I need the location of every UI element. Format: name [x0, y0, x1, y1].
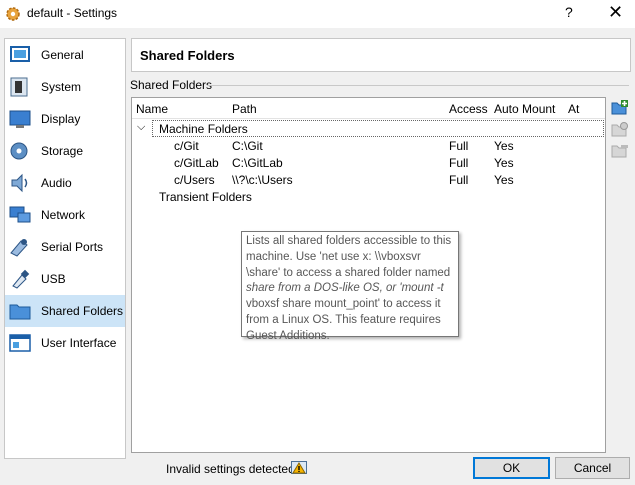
- folder-icon: [9, 304, 31, 320]
- warning-icon[interactable]: [291, 459, 307, 475]
- settings-gear-icon: [6, 7, 20, 21]
- sidebar-item-general[interactable]: General: [5, 39, 125, 71]
- page-header: Shared Folders: [131, 38, 631, 72]
- sidebar-item-system[interactable]: System: [5, 71, 125, 103]
- help-button[interactable]: ?: [565, 4, 573, 20]
- network-icon: [9, 206, 31, 223]
- sidebar-item-storage[interactable]: Storage: [5, 135, 125, 167]
- close-button[interactable]: ✕: [608, 2, 623, 23]
- chevron-down-icon[interactable]: ⌵: [137, 121, 145, 134]
- sidebar-item-label: General: [41, 48, 84, 62]
- shared-folders-group-label: Shared Folders: [130, 78, 213, 92]
- remove-folder-icon[interactable]: [611, 142, 629, 160]
- window-title: default - Settings: [27, 6, 118, 20]
- sidebar-item-display[interactable]: Display: [5, 103, 125, 135]
- usb-icon: [12, 269, 30, 289]
- title-bar: default - Settings ? ✕: [0, 0, 635, 28]
- column-header-access[interactable]: Access: [445, 98, 491, 118]
- header-divider: [132, 118, 605, 119]
- page-title: Shared Folders: [140, 48, 235, 63]
- general-icon: [10, 46, 30, 62]
- edit-folder-icon[interactable]: [611, 121, 629, 139]
- speaker-icon: [11, 173, 28, 193]
- sidebar-item-label: System: [41, 80, 82, 94]
- machine-folders-group[interactable]: ⌵ Machine Folders: [137, 120, 604, 137]
- column-header-path[interactable]: Path: [228, 98, 446, 118]
- sidebar-item-audio[interactable]: Audio: [5, 167, 125, 199]
- cancel-button[interactable]: Cancel: [555, 457, 630, 479]
- sidebar-item-label: Audio: [41, 176, 72, 190]
- ok-button[interactable]: OK: [473, 457, 550, 479]
- settings-sidebar: General System Display Storage Audio Net…: [4, 38, 126, 459]
- column-header-at[interactable]: At: [564, 98, 605, 118]
- table-row[interactable]: c/Users \\?\c:\Users Full Yes: [132, 171, 605, 188]
- serial-port-icon: [10, 239, 28, 257]
- chip-icon: [10, 77, 28, 97]
- add-folder-icon[interactable]: [611, 99, 629, 117]
- sidebar-item-label: Network: [41, 208, 86, 222]
- sidebar-item-label: USB: [41, 272, 66, 286]
- shared-folders-tooltip: Lists all shared folders accessible to t…: [241, 231, 459, 342]
- column-header-name[interactable]: Name: [132, 98, 229, 118]
- sidebar-item-label: Storage: [41, 144, 84, 158]
- sidebar-item-network[interactable]: Network: [5, 199, 125, 231]
- sidebar-item-user-interface[interactable]: User Interface: [5, 327, 125, 359]
- group-label: Transient Folders: [159, 190, 252, 204]
- sidebar-item-label: Serial Ports: [41, 240, 104, 254]
- sidebar-item-label: Display: [41, 112, 81, 126]
- sidebar-item-usb[interactable]: USB: [5, 263, 125, 295]
- user-interface-icon: [9, 334, 31, 352]
- group-label: Machine Folders: [159, 122, 248, 136]
- sidebar-item-serial-ports[interactable]: Serial Ports: [5, 231, 125, 263]
- sidebar-item-label: Shared Folders: [41, 304, 124, 318]
- disk-icon: [10, 142, 28, 160]
- column-header-auto-mount[interactable]: Auto Mount: [490, 98, 565, 118]
- table-row[interactable]: c/Git C:\Git Full Yes: [132, 137, 605, 154]
- transient-folders-group[interactable]: Transient Folders: [132, 188, 605, 205]
- sidebar-item-shared-folders[interactable]: Shared Folders: [5, 295, 125, 327]
- table-row[interactable]: c/GitLab C:\GitLab Full Yes: [132, 154, 605, 171]
- monitor-icon: [9, 110, 31, 128]
- sidebar-item-label: User Interface: [41, 336, 117, 350]
- group-separator: [207, 85, 629, 86]
- status-message: Invalid settings detected: [166, 462, 295, 476]
